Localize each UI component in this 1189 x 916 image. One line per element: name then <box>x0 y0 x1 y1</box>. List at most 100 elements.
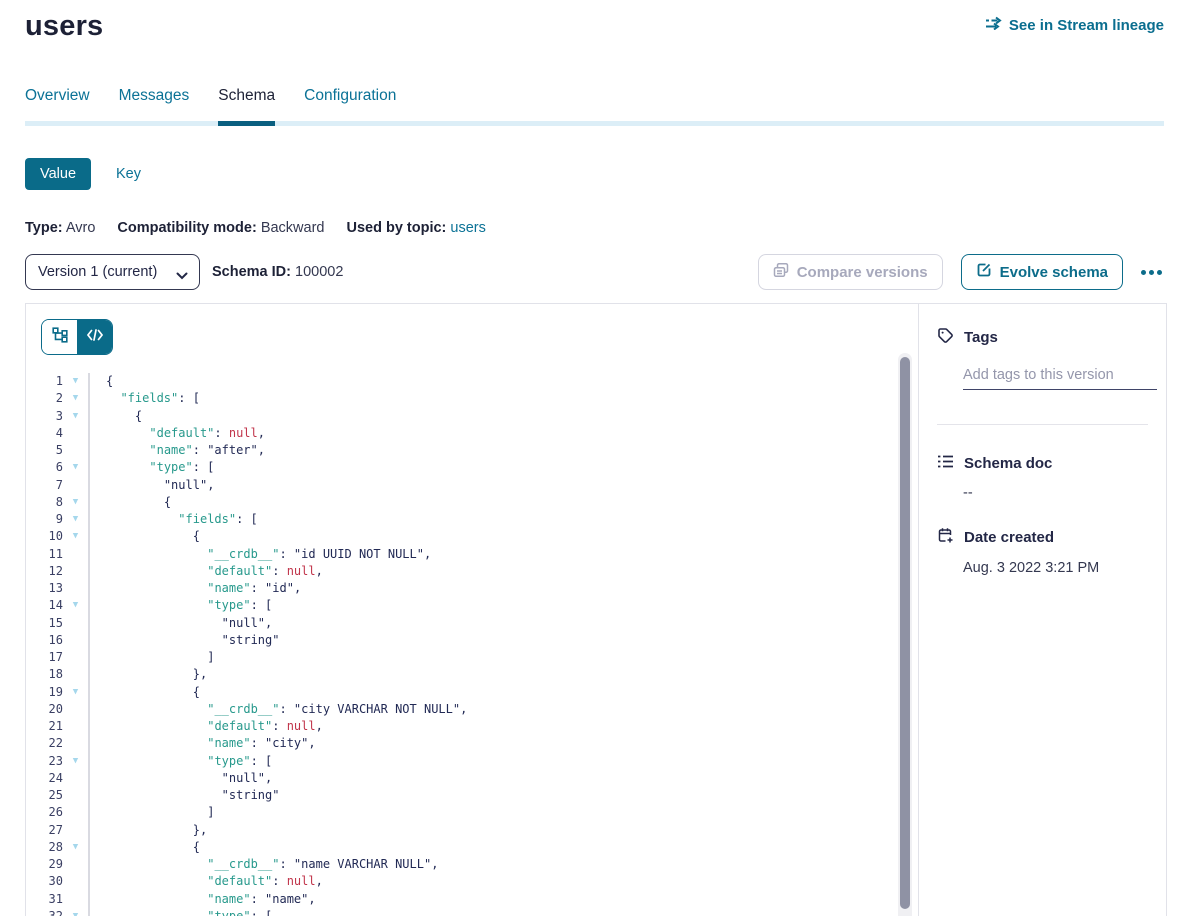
meta-compat-label: Compatibility mode: <box>117 220 256 236</box>
evolve-schema-label: Evolve schema <box>1000 264 1108 281</box>
code-line: 11"__crdb__": "id UUID NOT NULL", <box>26 546 898 563</box>
fold-toggle-icon[interactable]: ▼ <box>63 408 88 425</box>
code-text: { <box>90 528 200 545</box>
fold-spacer <box>63 649 88 666</box>
fold-toggle-icon[interactable]: ▼ <box>63 597 88 614</box>
code-line: 19▼{ <box>26 684 898 701</box>
code-text: "type": [ <box>90 908 272 916</box>
line-number: 16 <box>26 632 63 649</box>
tree-view-button[interactable] <box>42 320 77 354</box>
add-tags-input[interactable] <box>963 367 1157 390</box>
tab-configuration[interactable]: Configuration <box>304 87 396 121</box>
fold-spacer <box>63 615 88 632</box>
fold-spacer <box>63 477 88 494</box>
schema-id-label: Schema ID: <box>212 264 291 280</box>
code-text: "null", <box>90 615 272 632</box>
list-icon <box>937 454 954 473</box>
tab-messages[interactable]: Messages <box>119 87 190 121</box>
lineage-label: See in Stream lineage <box>1009 17 1164 34</box>
used-by-topic-link[interactable]: users <box>450 220 485 236</box>
line-number: 12 <box>26 563 63 580</box>
code-text: { <box>90 684 200 701</box>
schema-code-editor: 1▼{2▼"fields": [3▼{4"default": null,5"na… <box>26 304 918 916</box>
code-text: }, <box>90 822 207 839</box>
editor-scrollbar-track[interactable] <box>898 353 912 916</box>
code-line: 25"string" <box>26 787 898 804</box>
fold-toggle-icon[interactable]: ▼ <box>63 528 88 545</box>
value-tab-button[interactable]: Value <box>25 158 91 190</box>
code-text: "default": null, <box>90 563 323 580</box>
line-number: 24 <box>26 770 63 787</box>
fold-toggle-icon[interactable]: ▼ <box>63 511 88 528</box>
version-select[interactable]: Version 1 (current) <box>25 254 200 290</box>
tab-schema[interactable]: Schema <box>218 87 275 121</box>
editor-scrollbar-thumb[interactable] <box>900 357 910 909</box>
tab-overview[interactable]: Overview <box>25 87 90 121</box>
page-title: users <box>25 10 103 43</box>
code-line: 8▼{ <box>26 494 898 511</box>
line-number: 5 <box>26 442 63 459</box>
sidebar-divider <box>937 424 1148 425</box>
line-number: 6 <box>26 459 63 476</box>
line-number: 29 <box>26 856 63 873</box>
fold-spacer <box>63 822 88 839</box>
more-options-button[interactable] <box>1139 264 1164 281</box>
schema-controls-row: Version 1 (current) Schema ID: 100002 Co… <box>25 254 1164 290</box>
fold-toggle-icon[interactable]: ▼ <box>63 373 88 390</box>
code-text: "default": null, <box>90 425 265 442</box>
evolve-schema-button[interactable]: Evolve schema <box>961 254 1123 290</box>
code-view-button[interactable] <box>77 320 112 354</box>
fold-spacer <box>63 580 88 597</box>
fold-spacer <box>63 856 88 873</box>
code-text: "string" <box>90 632 279 649</box>
fold-spacer <box>63 632 88 649</box>
schema-doc-title: Schema doc <box>964 455 1052 472</box>
code-line: 9▼"fields": [ <box>26 511 898 528</box>
code-text: "type": [ <box>90 753 272 770</box>
fold-toggle-icon[interactable]: ▼ <box>63 494 88 511</box>
fold-toggle-icon[interactable]: ▼ <box>63 908 88 916</box>
page-header: users See in Stream lineage <box>0 0 1189 43</box>
fold-toggle-icon[interactable]: ▼ <box>63 459 88 476</box>
version-select-wrap: Version 1 (current) <box>25 254 200 290</box>
compare-versions-button[interactable]: Compare versions <box>758 254 943 290</box>
fold-toggle-icon[interactable]: ▼ <box>63 753 88 770</box>
fold-spacer <box>63 787 88 804</box>
code-line: 24"null", <box>26 770 898 787</box>
line-number: 18 <box>26 666 63 683</box>
line-number: 32 <box>26 908 63 916</box>
line-number: 22 <box>26 735 63 752</box>
line-number: 26 <box>26 804 63 821</box>
editor-view-toggle <box>41 319 113 355</box>
fold-toggle-icon[interactable]: ▼ <box>63 390 88 407</box>
line-number: 10 <box>26 528 63 545</box>
code-text: }, <box>90 666 207 683</box>
code-line: 15"null", <box>26 615 898 632</box>
code-line: 29"__crdb__": "name VARCHAR NULL", <box>26 856 898 873</box>
see-in-stream-lineage-link[interactable]: See in Stream lineage <box>985 16 1164 34</box>
fold-spacer <box>63 425 88 442</box>
tags-section-header: Tags <box>937 327 1148 348</box>
value-key-toggle: Value Key <box>25 158 1164 190</box>
schema-detail-panel: 1▼{2▼"fields": [3▼{4"default": null,5"na… <box>25 303 1167 916</box>
code-text: "default": null, <box>90 718 323 735</box>
fold-toggle-icon[interactable]: ▼ <box>63 839 88 856</box>
code-line: 32▼"type": [ <box>26 908 898 916</box>
fold-toggle-icon[interactable]: ▼ <box>63 684 88 701</box>
edit-icon <box>976 262 992 282</box>
fold-spacer <box>63 442 88 459</box>
meta-type-label: Type: <box>25 220 63 236</box>
code-line: 7"null", <box>26 477 898 494</box>
tags-title: Tags <box>964 329 998 346</box>
key-tab-button[interactable]: Key <box>116 166 141 182</box>
code-line: 22"name": "city", <box>26 735 898 752</box>
code-text: "__crdb__": "id UUID NOT NULL", <box>90 546 431 563</box>
fold-spacer <box>63 804 88 821</box>
line-number: 25 <box>26 787 63 804</box>
meta-type-value: Avro <box>66 220 96 236</box>
line-number: 20 <box>26 701 63 718</box>
line-number: 30 <box>26 873 63 890</box>
code-text: ] <box>90 649 214 666</box>
fold-spacer <box>63 873 88 890</box>
fold-spacer <box>63 718 88 735</box>
